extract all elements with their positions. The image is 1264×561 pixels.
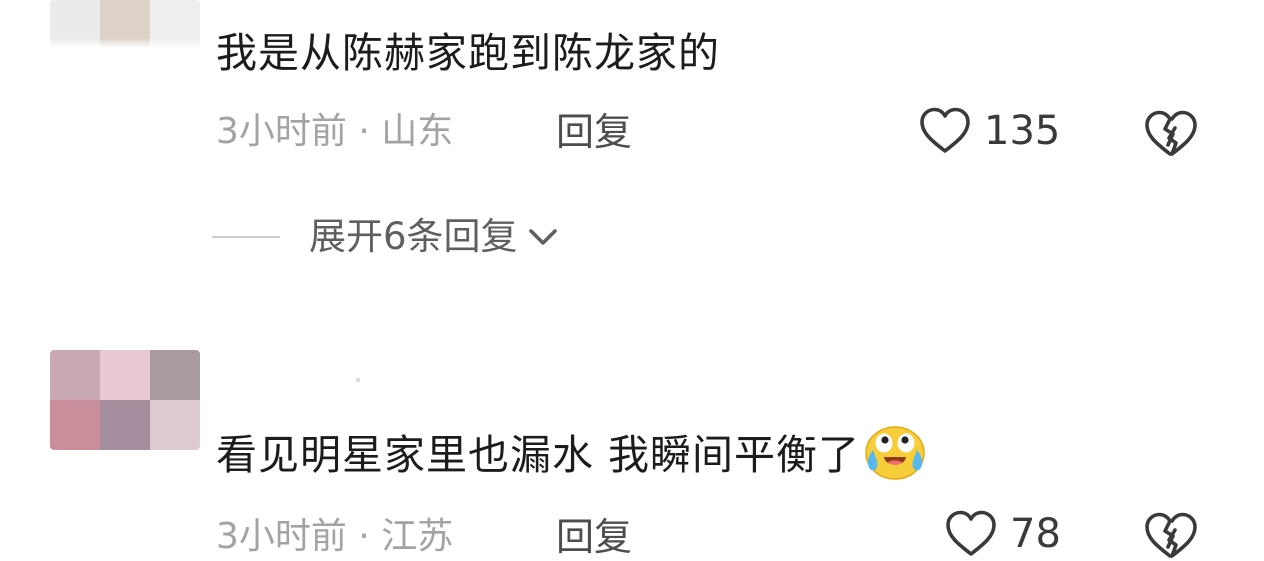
crying-laughing-emoji-icon [865, 426, 925, 480]
broken-heart-icon[interactable] [1142, 108, 1198, 158]
avatar-fade [50, 38, 200, 48]
reply-button[interactable]: 回复 [556, 515, 632, 559]
chevron-down-icon [528, 229, 557, 245]
like-button[interactable]: 135 [918, 106, 1060, 156]
avatar-tile [100, 350, 150, 400]
comment-meta: 3小时前 · 江苏 [216, 516, 454, 557]
avatar-tile [100, 400, 150, 450]
avatar-tile [150, 350, 200, 400]
reply-button[interactable]: 回复 [556, 110, 632, 154]
comment-text: 我是从陈赫家跑到陈龙家的 [216, 29, 720, 77]
like-count: 135 [984, 108, 1061, 154]
avatar-tile [50, 400, 100, 450]
heart-outline-icon [920, 107, 970, 153]
avatar-tile [50, 350, 100, 400]
avatar[interactable] [50, 0, 200, 48]
expand-replies-button[interactable]: 展开6条回复 [309, 214, 560, 260]
expand-divider [212, 236, 280, 238]
expand-replies-label: 展开6条回复 [309, 215, 518, 258]
comment-text: 看见明星家里也漏水 我瞬间平衡了 [216, 431, 861, 479]
like-count: 78 [1010, 511, 1061, 557]
comment-meta: 3小时前 · 山东 [216, 111, 454, 152]
broken-heart-icon[interactable] [1142, 510, 1198, 560]
avatar-tile [150, 400, 200, 450]
like-button[interactable]: 78 [944, 509, 1061, 559]
avatar[interactable] [50, 350, 200, 450]
heart-outline-icon [946, 510, 996, 556]
username-placeholder [356, 378, 360, 382]
comment-text-row: 看见明星家里也漏水 我瞬间平衡了 [216, 426, 926, 481]
